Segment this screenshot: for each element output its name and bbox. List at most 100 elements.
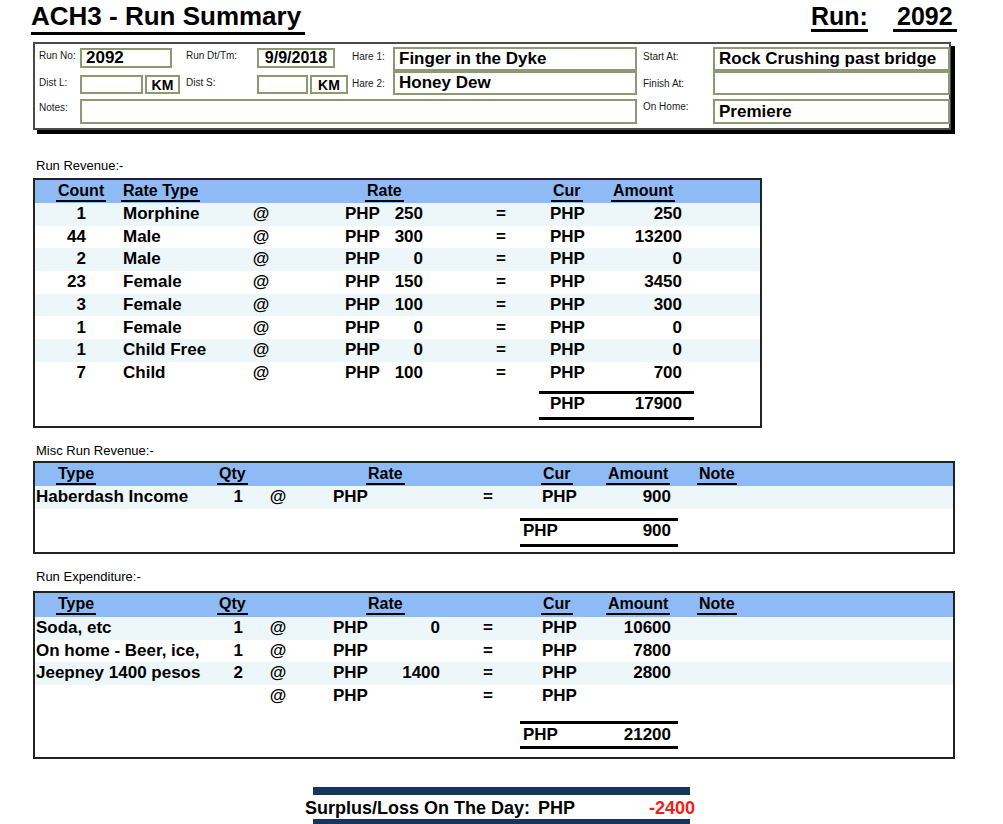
at-sign: @ [268, 640, 288, 663]
run-dttm-field[interactable]: 9/9/2018 [257, 48, 335, 68]
cell-amount: 0 [534, 317, 682, 340]
dist-l-label: Dist L: [39, 77, 67, 89]
at-sign: @ [251, 271, 271, 294]
revenue-total-amount: 17900 [534, 393, 682, 416]
cell-cur: PHP [333, 486, 368, 509]
expenditure-row: On home - Beer, ice,1@PHP=PHP7800 [35, 640, 953, 663]
hare2-field[interactable]: Honey Dew [393, 71, 637, 95]
start-at-field[interactable]: Rock Crushing past bridge [713, 47, 950, 71]
cell-type: Female [123, 271, 182, 294]
run-number: 2092 [893, 3, 957, 32]
cell-type: Female [123, 317, 182, 340]
start-at-label: Start At: [643, 51, 679, 63]
equals-sign: = [479, 685, 497, 708]
col-rate: Rate [366, 596, 405, 615]
cell-amount: 0 [534, 248, 682, 271]
at-sign: @ [251, 294, 271, 317]
cell-rate: 150 [365, 271, 423, 294]
revenue-table: Count Rate Type Rate Cur Amount 1Morphin… [33, 178, 762, 428]
misc-revenue-table: Type Qty Rate Cur Amount Note Haberdash … [33, 461, 955, 554]
run-dttm-label: Run Dt/Tm: [186, 50, 237, 62]
page-title: ACH3 - Run Summary [31, 2, 305, 35]
equals-sign: = [479, 486, 497, 509]
at-sign: @ [251, 317, 271, 340]
dist-l-unit: KM [145, 75, 180, 94]
at-sign: @ [268, 685, 288, 708]
cell-amount: 2800 [531, 662, 671, 685]
on-home-label: On Home: [643, 101, 689, 113]
finish-at-field[interactable] [713, 71, 950, 95]
cell-type: Child Free [123, 339, 206, 362]
cell-type: Child [123, 362, 166, 385]
misc-header-row: Type Qty Rate Cur Amount Note [35, 463, 953, 486]
expenditure-row: Soda, etc1@PHP0=PHP10600 [35, 617, 953, 640]
at-sign: @ [251, 339, 271, 362]
cell-rate: 0 [365, 317, 423, 340]
at-sign: @ [268, 617, 288, 640]
cell-cur: PHP [333, 662, 368, 685]
cell-qty: 1 [203, 486, 243, 509]
on-home-field[interactable]: Premiere [713, 99, 950, 124]
cell-amount: 300 [534, 294, 682, 317]
cell-type: Jeepney 1400 pesos [36, 662, 200, 685]
cell-amount: 900 [531, 486, 671, 509]
at-sign: @ [251, 248, 271, 271]
dist-s-field[interactable] [257, 75, 308, 94]
surplus-amount: -2400 [595, 798, 695, 818]
cell-rate: 0 [365, 248, 423, 271]
col-note: Note [697, 466, 737, 485]
equals-sign: = [479, 640, 497, 663]
equals-sign: = [492, 226, 510, 249]
finish-at-label: Finish At: [643, 78, 684, 90]
cell-count: 44 [36, 226, 86, 249]
cell-count: 2 [36, 248, 86, 271]
cell-type: Male [123, 226, 161, 249]
col-type: Type [56, 596, 96, 615]
cell-qty: 2 [203, 662, 243, 685]
hare1-field[interactable]: Finger in the Dyke [393, 47, 637, 71]
revenue-header-row: Count Rate Type Rate Cur Amount [35, 180, 760, 203]
revenue-row: 1Child Free@PHP0=PHP0 [35, 339, 760, 362]
total-rule-bottom [520, 544, 678, 547]
run-no-label: Run No: [39, 50, 76, 62]
col-note: Note [697, 596, 737, 615]
dist-l-field[interactable] [80, 75, 143, 94]
surplus-currency: PHP [538, 798, 575, 818]
equals-sign: = [492, 294, 510, 317]
revenue-row: 1Morphine@PHP250=PHP250 [35, 203, 760, 226]
notes-field[interactable] [80, 99, 637, 124]
expenditure-row: @ PHP = PHP [35, 685, 953, 708]
misc-section-label: Misc Run Revenue:- [36, 444, 154, 458]
expenditure-header-row: Type Qty Rate Cur Amount Note [35, 593, 953, 617]
col-qty: Qty [217, 466, 248, 485]
surplus-rule-top [313, 787, 690, 795]
equals-sign: = [492, 362, 510, 385]
cell-amount: 0 [534, 339, 682, 362]
col-amount: Amount [606, 596, 670, 615]
col-cur: Cur [541, 596, 573, 615]
cell-amount: 7800 [531, 640, 671, 663]
at-sign: @ [251, 203, 271, 226]
col-type: Type [56, 466, 96, 485]
cell-amount: 700 [534, 362, 682, 385]
cell-type: Soda, etc [36, 617, 112, 640]
cell-amount: 10600 [531, 617, 671, 640]
notes-label: Notes: [39, 102, 68, 114]
equals-sign: = [492, 203, 510, 226]
cell-count: 23 [36, 271, 86, 294]
expenditure-total-amount: 21200 [531, 724, 671, 747]
run-no-field[interactable]: 2092 [80, 48, 172, 68]
col-cur: Cur [551, 183, 583, 202]
cell-rate: 250 [365, 203, 423, 226]
cell-cur: PHP [333, 685, 368, 708]
misc-row: Haberdash Income1@PHP=PHP900 [35, 486, 953, 509]
cell-cur2: PHP [542, 685, 577, 708]
cell-type: Male [123, 248, 161, 271]
cell-type: On home - Beer, ice, [36, 640, 199, 663]
cell-cur: PHP [333, 640, 368, 663]
cell-rate: 1400 [375, 662, 440, 685]
at-sign: @ [268, 486, 288, 509]
cell-qty: 1 [203, 617, 243, 640]
expenditure-table: Type Qty Rate Cur Amount Note Soda, etc 1… [33, 591, 955, 759]
revenue-row: 3Female@PHP100=PHP300 [35, 294, 760, 317]
